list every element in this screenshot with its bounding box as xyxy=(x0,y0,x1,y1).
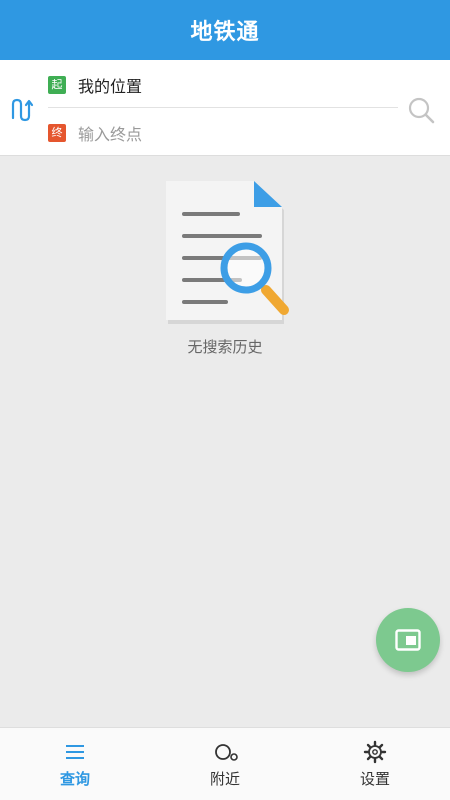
divider xyxy=(48,107,398,108)
tab-settings[interactable]: 设置 xyxy=(300,728,450,800)
window-icon xyxy=(395,629,421,651)
start-badge: 起 xyxy=(48,76,66,94)
start-location-value: 我的位置 xyxy=(78,77,143,96)
tab-query-label: 查询 xyxy=(59,770,90,788)
search-icon[interactable] xyxy=(406,95,436,125)
gear-icon xyxy=(363,740,387,764)
start-location-field[interactable]: 起 我的位置 xyxy=(48,62,398,108)
bottom-tab-bar: 查询 附近 设置 xyxy=(0,727,450,800)
floating-map-button[interactable] xyxy=(376,608,440,672)
end-badge: 终 xyxy=(48,124,66,142)
tab-nearby-label: 附近 xyxy=(209,770,240,788)
menu-icon xyxy=(66,745,84,759)
empty-history: 无搜索历史 xyxy=(150,178,300,358)
tab-query[interactable]: 查询 xyxy=(0,728,150,800)
route-input-card: 起 我的位置 终 输入终点 xyxy=(0,60,450,156)
nearby-icon xyxy=(215,744,238,761)
tab-settings-label: 设置 xyxy=(359,770,390,788)
app-header: 地铁通 xyxy=(0,0,450,60)
end-location-field[interactable]: 终 输入终点 xyxy=(48,110,398,156)
end-location-placeholder: 输入终点 xyxy=(78,125,143,144)
empty-history-text: 无搜索历史 xyxy=(187,338,263,356)
page-title: 地铁通 xyxy=(190,20,260,45)
swap-route-icon[interactable] xyxy=(9,96,37,124)
document-search-icon xyxy=(166,181,289,324)
tab-nearby[interactable]: 附近 xyxy=(150,728,300,800)
